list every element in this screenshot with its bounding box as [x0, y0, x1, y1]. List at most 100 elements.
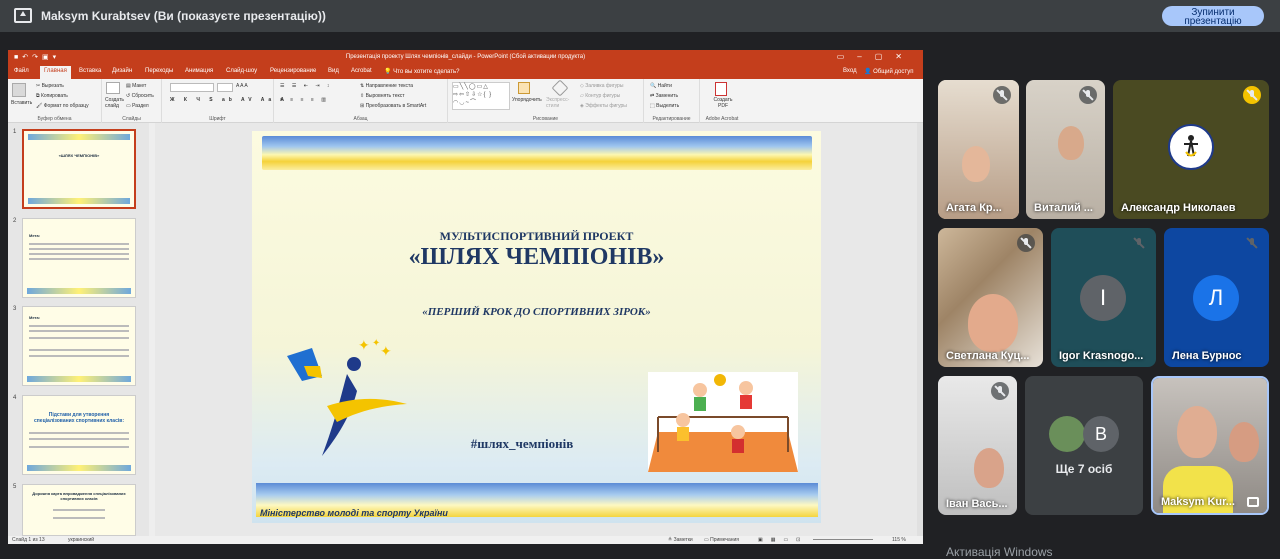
tab-slideshow[interactable]: Слайд-шоу	[226, 68, 257, 74]
slide-thumbnail[interactable]: «ШЛЯХ ЧЕМПІОНІВ»	[22, 129, 136, 209]
slide-thumbnail[interactable]: Мета:	[22, 306, 136, 386]
participant-tile[interactable]: Л Лена Бурнос	[1164, 228, 1269, 367]
shape-fill-label: Заливка фигуры	[585, 83, 624, 89]
sign-in-link[interactable]: Вход	[843, 68, 857, 74]
layout-button[interactable]: ▤ Макет	[126, 83, 146, 89]
new-slide-button[interactable]: Создать слайд	[105, 97, 127, 109]
current-slide[interactable]: МУЛЬТИСПОРТИВНИЙ ПРОЕКТ «ШЛЯХ ЧЕМПІОНІВ»…	[252, 131, 821, 523]
font-size-select[interactable]	[217, 83, 233, 92]
more-participants-tile[interactable]: В Ще 7 осіб	[1025, 376, 1143, 515]
text-direction-button[interactable]: ⇅ Направление текста	[360, 83, 413, 89]
share-button[interactable]: 👤 Общий доступ	[864, 68, 913, 75]
participant-tile[interactable]: I Igor Krasnogo...	[1051, 228, 1156, 367]
tab-home[interactable]: Главная	[40, 66, 71, 79]
arrange-button[interactable]: Упорядочить	[512, 97, 542, 103]
participant-face	[974, 448, 1004, 488]
participant-tile[interactable]: Іван Вась...	[938, 376, 1017, 515]
slide-thumbnails-pane[interactable]: 1 «ШЛЯХ ЧЕМПІОНІВ» 2 Мета: 3 Мета: 4 Під…	[8, 123, 149, 536]
slide-thumbnail[interactable]: Підстави для утворення спеціалізованих с…	[22, 395, 136, 475]
presenting-indicator-icon	[1247, 497, 1259, 507]
slide-thumbnail[interactable]: Мета:	[22, 218, 136, 298]
ppt-titlebar: ■↶↷▣▾ Презентація проекту Шлях чемпіонів…	[8, 50, 923, 65]
participant-tile[interactable]: Агата Кр...	[938, 80, 1019, 219]
arrange-icon[interactable]	[518, 82, 530, 94]
powerpoint-window: ■↶↷▣▾ Презентація проекту Шлях чемпіонів…	[8, 50, 923, 544]
language-status[interactable]: украинский	[68, 537, 94, 543]
tab-acrobat[interactable]: Acrobat	[351, 68, 372, 74]
create-pdf-button[interactable]: Создать PDF	[712, 97, 734, 109]
self-participant-tile[interactable]: Maksym Kur...	[1151, 376, 1269, 515]
tab-transitions[interactable]: Переходы	[145, 68, 173, 74]
participant-tile[interactable]: Виталий ...	[1026, 80, 1105, 219]
format-buttons[interactable]: Ж К Ч S ab AV Aa A	[170, 97, 288, 103]
reset-button[interactable]: ↺ Сбросить	[126, 93, 154, 99]
align-buttons[interactable]: ≡ ≡ ≡ ≡ ▥	[280, 97, 329, 103]
thumb-title: Підстави для утворення спеціалізованих с…	[34, 412, 124, 424]
window-controls[interactable]: ▭–▢✕	[837, 52, 915, 61]
notes-button[interactable]: ≜ Заметки	[668, 537, 693, 543]
stop-label-2: презентацію	[1184, 16, 1242, 27]
reset-label: Сбросить	[131, 93, 154, 99]
tab-design[interactable]: Дизайн	[112, 68, 132, 74]
tab-review[interactable]: Рецензирование	[270, 68, 316, 74]
slide-canvas[interactable]: МУЛЬТИСПОРТИВНИЙ ПРОЕКТ «ШЛЯХ ЧЕМПІОНІВ»…	[155, 123, 917, 536]
mic-off-icon	[1079, 86, 1097, 104]
zoom-level[interactable]: 115 %	[892, 537, 906, 543]
quick-styles-button[interactable]: Экспресс-стили	[546, 97, 576, 109]
font-family-select[interactable]	[170, 83, 214, 92]
mic-off-icon	[991, 382, 1009, 400]
thumb-band	[27, 288, 131, 294]
cut-button[interactable]: ✂ Вырезать	[36, 83, 64, 89]
thumb-line	[29, 446, 129, 448]
copy-button[interactable]: ⧉ Копировать	[36, 93, 68, 99]
participant-face	[968, 294, 1018, 352]
smartart-button[interactable]: ⊞ Преобразовать в SmartArt	[360, 103, 426, 109]
select-button[interactable]: ⬚ Выделить	[650, 103, 679, 109]
thumb-band	[28, 134, 130, 140]
slide-thumbnail[interactable]: Дорожня карта впровадження спеціалізован…	[22, 484, 136, 536]
pdf-icon[interactable]	[715, 82, 727, 96]
tell-me-search[interactable]: 💡 Что вы хотите сделать?	[384, 68, 459, 75]
view-buttons[interactable]: ▣▦▭⊡	[758, 537, 808, 543]
list-buttons[interactable]: ☰ ☰ ⇤ ⇥ ↕	[280, 83, 332, 89]
editing-label: Редактирование	[652, 116, 691, 122]
participant-tile[interactable]: Александр Николаев	[1113, 80, 1269, 219]
text-direction-label: Направление текста	[365, 83, 413, 89]
new-slide-icon[interactable]	[106, 82, 120, 94]
kids-volleyball-image	[648, 372, 798, 472]
quick-styles-icon[interactable]	[551, 79, 569, 97]
replace-button[interactable]: ⇄ Заменить	[650, 93, 678, 99]
shape-effects-button[interactable]: ◈ Эффекты фигуры	[580, 103, 627, 109]
align-text-button[interactable]: ⇳ Выровнять текст	[360, 93, 405, 99]
slide-quote: «ПЕРШИЙ КРОК ДО СПОРТИВНИХ ЗІРОК»	[422, 306, 651, 318]
tab-file[interactable]: Файл	[14, 68, 29, 74]
stop-presenting-button[interactable]: Зупинити презентацію	[1162, 6, 1264, 27]
mic-off-icon	[993, 86, 1011, 104]
comments-button[interactable]: ▭ Примечания	[704, 537, 739, 543]
participant-tile[interactable]: Светлана Куц...	[938, 228, 1043, 367]
shape-fill-button[interactable]: ◇ Заливка фигуры	[580, 83, 623, 89]
canvas-scrollbar[interactable]	[917, 123, 923, 536]
shapes-gallery[interactable]: ▭╲╲◯▭△ ⇨⇦⇧⇩☆{ }◠◡~⌒	[452, 82, 510, 110]
participant-name: Виталий ...	[1034, 202, 1093, 214]
thumb-number: 3	[13, 306, 17, 312]
thumb-line	[29, 330, 129, 332]
tab-animations[interactable]: Анимация	[185, 68, 213, 74]
tab-insert[interactable]: Вставка	[79, 68, 101, 74]
paste-button[interactable]: Вставить	[11, 100, 32, 106]
paste-icon[interactable]	[12, 83, 26, 97]
tab-view[interactable]: Вид	[328, 68, 339, 74]
section-label: Раздел	[132, 103, 149, 109]
find-button[interactable]: 🔍 Найти	[650, 83, 672, 89]
thumb-band	[28, 198, 130, 204]
font-size-buttons[interactable]: A A A	[236, 83, 248, 89]
slide-subtitle: МУЛЬТИСПОРТИВНИЙ ПРОЕКТ	[439, 229, 634, 243]
ppt-window-title: Презентація проекту Шлях чемпіонів_слайд…	[345, 54, 586, 60]
shape-outline-button[interactable]: ▱ Контур фигуры	[580, 93, 620, 99]
thumb-number: 2	[13, 218, 17, 224]
format-painter-button[interactable]: 🖌 Формат по образцу	[36, 103, 89, 109]
section-button[interactable]: ▭ Раздел	[126, 103, 149, 109]
ribbon-tabs: Файл Главная Вставка Дизайн Переходы Ани…	[8, 65, 923, 79]
zoom-slider[interactable]	[813, 539, 873, 540]
tell-me-placeholder: Что вы хотите сделать?	[393, 69, 460, 75]
